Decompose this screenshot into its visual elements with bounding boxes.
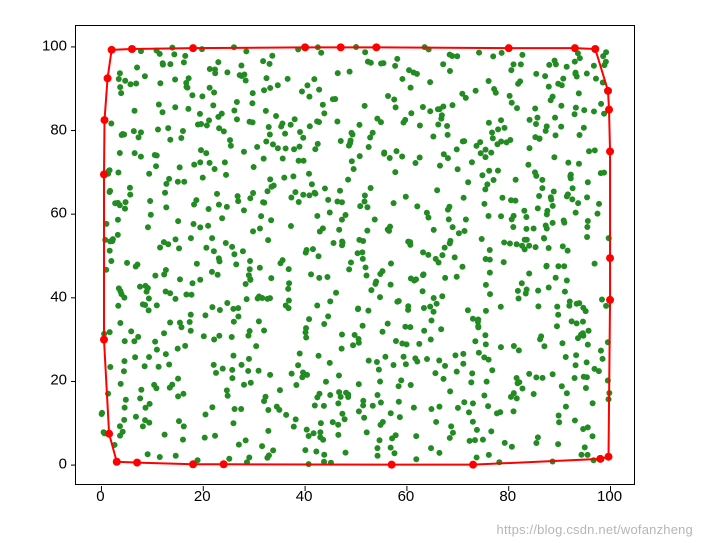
x-tick-label: 100: [597, 488, 622, 505]
y-tick-label: 0: [27, 456, 67, 473]
watermark: https://blog.csdn.net/wofanzheng: [497, 522, 693, 537]
x-tick-label: 60: [398, 488, 415, 505]
chart-plot-svg: [76, 26, 636, 486]
chart-axes: [75, 25, 635, 485]
x-tick-label: 80: [499, 488, 516, 505]
scatter-points: [99, 44, 613, 467]
x-tick-label: 0: [96, 488, 104, 505]
chart-figure: https://blog.csdn.net/wofanzheng 0 20 40 60…: [0, 0, 705, 543]
y-tick-label: 100: [27, 37, 67, 54]
y-tick-label: 20: [27, 372, 67, 389]
y-tick-label: 80: [27, 121, 67, 138]
x-tick-label: 40: [296, 488, 313, 505]
x-tick-label: 20: [194, 488, 211, 505]
y-tick-label: 60: [27, 205, 67, 222]
y-tick-label: 40: [27, 288, 67, 305]
